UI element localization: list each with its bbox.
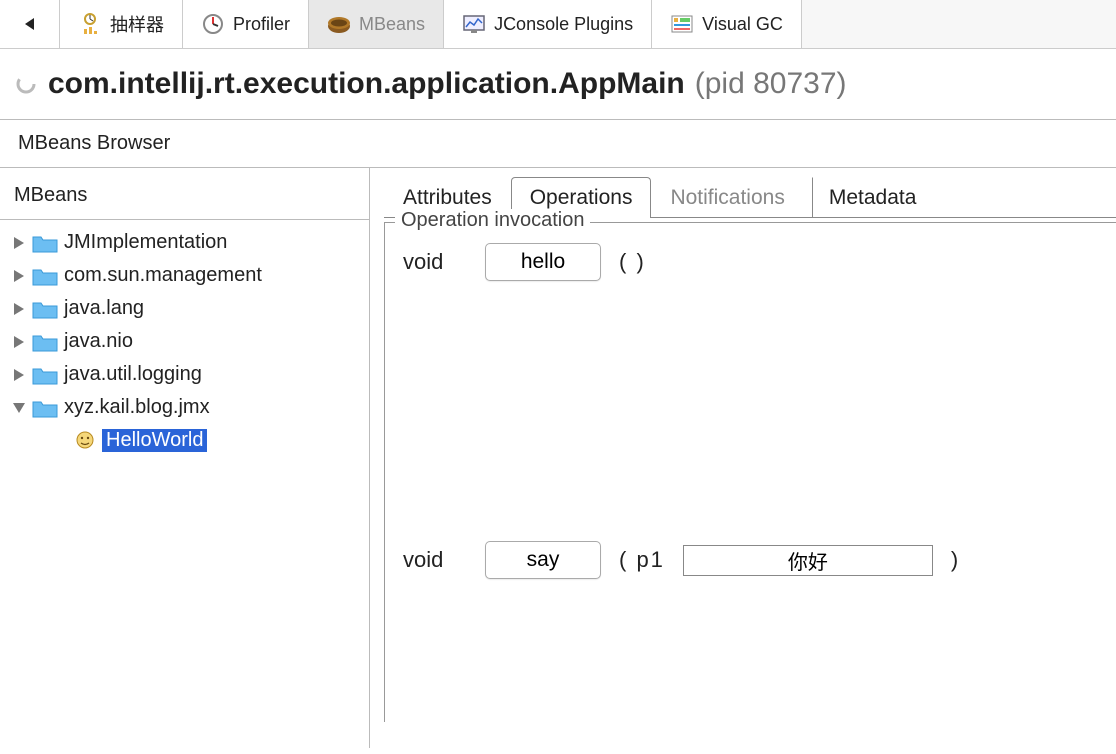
disclosure-right-icon xyxy=(12,236,26,250)
top-toolbar: 抽样器 Profiler MBeans JConsole Plugins Vis… xyxy=(0,0,1116,49)
sampler-icon xyxy=(78,12,102,36)
detail-tab-notifications[interactable]: Notifications xyxy=(651,177,803,218)
detail-tab-metadata[interactable]: Metadata xyxy=(812,177,936,218)
tree-label: HelloWorld xyxy=(102,429,207,452)
tab-sampler[interactable]: 抽样器 xyxy=(60,0,183,48)
folder-icon xyxy=(32,233,58,253)
app-title-pid: (pid 80737) xyxy=(695,67,847,101)
disclosure-right-icon xyxy=(12,368,26,382)
disclosure-down-icon xyxy=(12,401,26,415)
invoke-say-button[interactable]: say xyxy=(485,541,601,579)
return-type: void xyxy=(403,547,467,573)
left-pane-header: MBeans xyxy=(0,174,369,220)
app-title-main: com.intellij.rt.execution.application.Ap… xyxy=(48,67,685,101)
disclosure-right-icon xyxy=(12,302,26,316)
tree-label: JMImplementation xyxy=(64,231,227,254)
back-triangle-icon xyxy=(22,16,38,32)
jconsole-icon xyxy=(462,12,486,36)
profiler-icon xyxy=(201,12,225,36)
return-type: void xyxy=(403,249,467,275)
tree-label: java.lang xyxy=(64,297,144,320)
tab-visualgc[interactable]: Visual GC xyxy=(652,0,802,48)
visualgc-icon xyxy=(670,12,694,36)
main-area: MBeans JMImplementation com.sun.manageme… xyxy=(0,168,1116,748)
mbeans-icon xyxy=(327,12,351,36)
operation-row-hello: void hello ( ) xyxy=(403,243,1098,281)
folder-icon xyxy=(32,266,58,286)
tree-item-javalogging[interactable]: java.util.logging xyxy=(8,358,361,391)
params-close: ) xyxy=(951,547,960,573)
tab-label: MBeans xyxy=(359,14,425,35)
tab-profiler[interactable]: Profiler xyxy=(183,0,309,48)
folder-icon xyxy=(32,299,58,319)
params-empty: ( ) xyxy=(619,249,646,275)
tree-item-comsun[interactable]: com.sun.management xyxy=(8,259,361,292)
loading-icon xyxy=(14,72,38,96)
tab-jconsole[interactable]: JConsole Plugins xyxy=(444,0,652,48)
left-pane: MBeans JMImplementation com.sun.manageme… xyxy=(0,168,370,748)
folder-icon xyxy=(32,365,58,385)
mbeans-tree: JMImplementation com.sun.management java… xyxy=(0,220,369,463)
tab-label: JConsole Plugins xyxy=(494,14,633,35)
title-bar: com.intellij.rt.execution.application.Ap… xyxy=(0,49,1116,120)
tab-mbeans[interactable]: MBeans xyxy=(309,0,444,48)
tree-label: java.nio xyxy=(64,330,133,353)
operation-invocation-panel: Operation invocation void hello ( ) void… xyxy=(384,222,1116,722)
folder-icon xyxy=(32,332,58,352)
tab-label: 抽样器 xyxy=(110,11,164,37)
back-button[interactable] xyxy=(0,0,60,48)
tree-item-jmimplementation[interactable]: JMImplementation xyxy=(8,226,361,259)
tree-label: xyz.kail.blog.jmx xyxy=(64,396,210,419)
tree-item-xyzkail[interactable]: xyz.kail.blog.jmx xyxy=(8,391,361,424)
tree-label: com.sun.management xyxy=(64,264,262,287)
tab-label: Profiler xyxy=(233,14,290,35)
params-open: ( p1 xyxy=(619,547,665,573)
operation-row-say: void say ( p1 ) xyxy=(403,541,1098,579)
tree-item-helloworld[interactable]: HelloWorld xyxy=(8,424,361,457)
right-pane: Attributes Operations Notifications Meta… xyxy=(370,168,1116,748)
say-param-input[interactable] xyxy=(683,545,933,576)
toolbar-tabs: 抽样器 Profiler MBeans JConsole Plugins Vis… xyxy=(60,0,1116,48)
subheader: MBeans Browser xyxy=(0,120,1116,168)
tree-item-javanio[interactable]: java.nio xyxy=(8,325,361,358)
operation-invocation-legend: Operation invocation xyxy=(395,209,590,232)
folder-icon xyxy=(32,398,58,418)
tree-item-javalang[interactable]: java.lang xyxy=(8,292,361,325)
invoke-hello-button[interactable]: hello xyxy=(485,243,601,281)
tree-label: java.util.logging xyxy=(64,363,202,386)
tab-label: Visual GC xyxy=(702,14,783,35)
disclosure-right-icon xyxy=(12,269,26,283)
mbean-icon xyxy=(76,431,96,451)
disclosure-right-icon xyxy=(12,335,26,349)
